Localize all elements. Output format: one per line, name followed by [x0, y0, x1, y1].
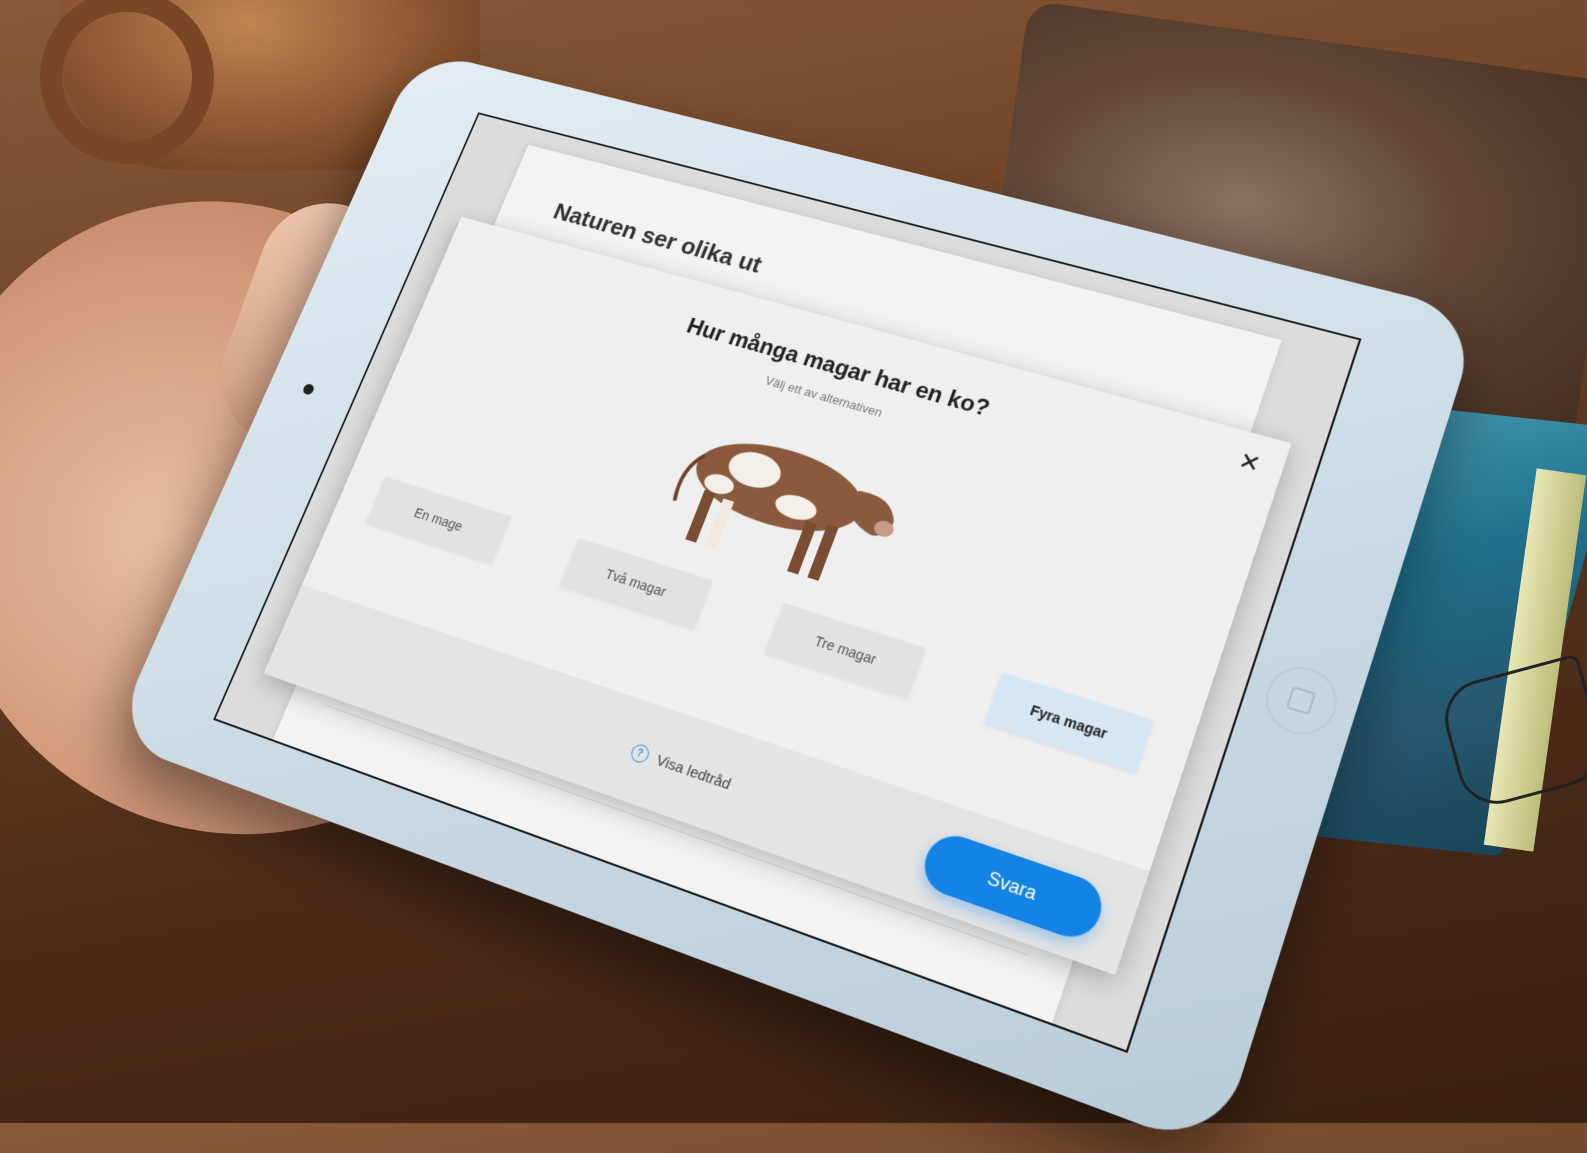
option-tre-magar[interactable]: Tre magar: [765, 603, 927, 698]
home-square-icon: [1285, 685, 1317, 716]
option-en-mage[interactable]: En mage: [366, 476, 512, 563]
option-fyra-magar[interactable]: Fyra magar: [984, 672, 1154, 773]
option-tva-magar[interactable]: Två magar: [560, 538, 713, 629]
